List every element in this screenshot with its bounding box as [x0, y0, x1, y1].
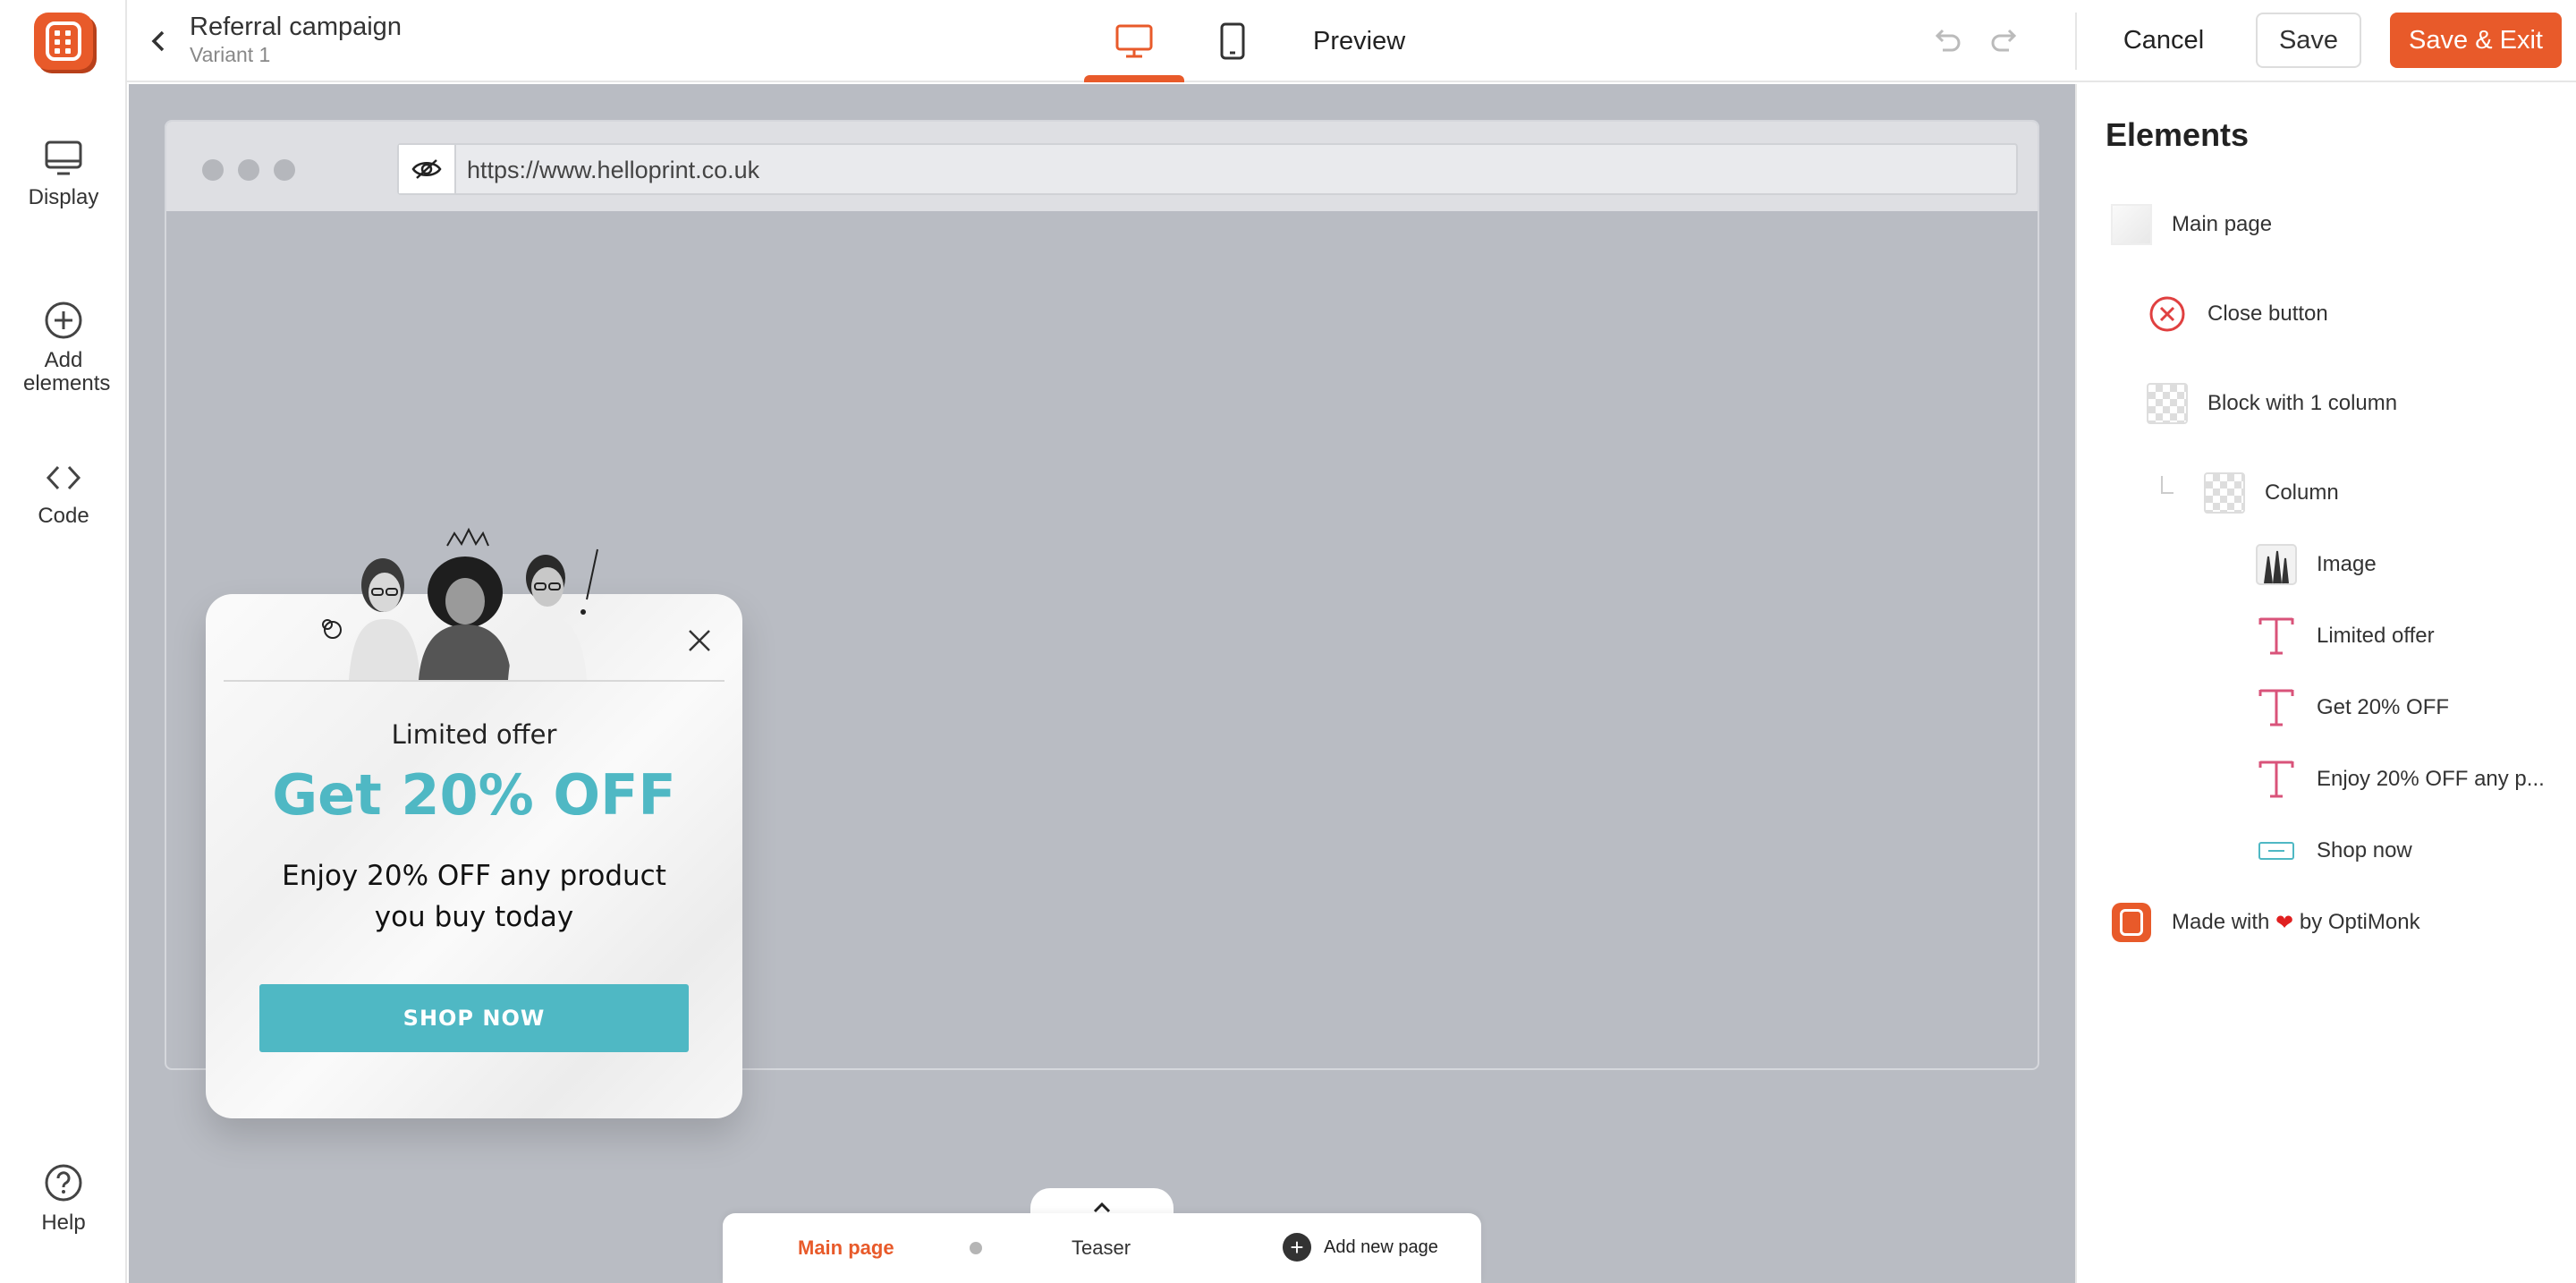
sidebar-item-label: Add elements	[23, 348, 111, 395]
element-label: Limited offer	[2317, 624, 2435, 648]
element-label: Close button	[2207, 302, 2328, 326]
optimonk-badge-icon	[2111, 902, 2152, 943]
heart-icon: ❤	[2269, 910, 2300, 935]
block-icon	[2147, 383, 2188, 424]
optimonk-logo[interactable]	[34, 13, 93, 70]
preview-button[interactable]: Preview	[1313, 27, 1405, 56]
redo-icon[interactable]	[1987, 23, 2023, 59]
element-get-20-off[interactable]: Get 20% OFF	[2256, 687, 2449, 728]
top-bar: Referral campaign Variant 1 Preview Canc…	[127, 0, 2576, 82]
undo-icon[interactable]	[1928, 23, 1964, 59]
made-with-suffix: by OptiMonk	[2299, 910, 2420, 934]
eye-slash-icon	[411, 159, 442, 179]
url-bar[interactable]: https://www.helloprint.co.uk	[397, 143, 2018, 195]
plus-circle-icon	[45, 302, 82, 339]
window-dot	[202, 159, 224, 181]
body-text[interactable]: Enjoy 20% OFF any product you buy today	[259, 855, 689, 938]
element-label: Enjoy 20% OFF any p...	[2317, 767, 2545, 791]
browser-bar: https://www.helloprint.co.uk	[166, 122, 2038, 211]
desktop-icon	[1115, 24, 1153, 58]
sidebar-item-code[interactable]: Code	[0, 460, 127, 528]
element-block[interactable]: Block with 1 column	[2147, 383, 2397, 424]
tab-teaser[interactable]: Teaser	[1072, 1236, 1131, 1260]
mobile-icon	[1220, 22, 1245, 60]
variant-name: Variant 1	[190, 43, 271, 66]
element-label: Column	[2265, 480, 2339, 505]
text-icon	[2256, 687, 2297, 728]
cancel-button[interactable]: Cancel	[2114, 13, 2213, 68]
plus-icon: +	[1283, 1233, 1311, 1262]
element-label: Shop now	[2317, 838, 2412, 862]
element-main-page[interactable]: Main page	[2111, 204, 2272, 245]
element-shop-now[interactable]: Shop now	[2256, 830, 2412, 871]
column-icon	[2204, 472, 2245, 514]
chevron-left-icon[interactable]	[143, 25, 175, 57]
add-new-page-label: Add new page	[1324, 1236, 1438, 1257]
add-new-page-button[interactable]: + Add new page	[1283, 1233, 1438, 1262]
popup-divider	[224, 680, 724, 682]
visibility-toggle[interactable]	[399, 145, 456, 193]
people-image[interactable]	[313, 523, 617, 680]
help-circle-icon	[45, 1164, 82, 1202]
element-made-with[interactable]: Made with ❤ by OptiMonk	[2111, 902, 2420, 943]
element-label: Block with 1 column	[2207, 391, 2398, 415]
desktop-view-button[interactable]	[1084, 0, 1184, 82]
sidebar-item-help[interactable]: Help	[0, 1163, 127, 1235]
sidebar-item-label: Help	[41, 1211, 86, 1235]
element-close-button[interactable]: Close button	[2147, 293, 2328, 335]
close-circle-icon	[2147, 293, 2188, 335]
save-button[interactable]: Save	[2256, 13, 2361, 68]
url-text: https://www.helloprint.co.uk	[467, 157, 760, 183]
shop-now-button[interactable]: SHOP NOW	[259, 984, 689, 1052]
element-enjoy-text[interactable]: Enjoy 20% OFF any p...	[2256, 759, 2545, 800]
page-tabs: Main page Teaser + Add new page	[723, 1213, 1481, 1283]
close-icon[interactable]	[685, 626, 714, 655]
element-image[interactable]: Image	[2256, 544, 2377, 585]
headline-text[interactable]: Get 20% OFF	[206, 762, 742, 828]
text-icon	[2256, 759, 2297, 800]
save-and-exit-button[interactable]: Save & Exit	[2390, 13, 2562, 68]
text-icon	[2256, 616, 2297, 657]
monitor-icon	[45, 140, 82, 175]
image-icon	[2256, 544, 2297, 585]
tab-main-page[interactable]: Main page	[798, 1236, 894, 1260]
tree-connector	[2161, 476, 2174, 494]
sidebar-item-add-elements[interactable]: Add elements	[0, 301, 127, 395]
editor-canvas: https://www.helloprint.co.uk Limited off…	[129, 84, 2075, 1283]
left-sidebar: Display Add elements Code Help	[0, 0, 127, 1283]
page-separator-dot	[970, 1242, 982, 1254]
sidebar-item-label: Code	[38, 504, 89, 528]
popup[interactable]: Limited offer Get 20% OFF Enjoy 20% OFF …	[206, 527, 742, 1118]
sidebar-item-label: Display	[28, 185, 99, 209]
sidebar-item-display[interactable]: Display	[0, 140, 127, 209]
made-with-prefix: Made with	[2172, 910, 2270, 934]
toolbar-divider	[2075, 13, 2077, 70]
element-limited-offer[interactable]: Limited offer	[2256, 616, 2435, 657]
mobile-view-button[interactable]	[1182, 0, 1283, 82]
element-label: Get 20% OFF	[2317, 695, 2450, 719]
element-column[interactable]: Column	[2204, 472, 2339, 514]
window-dot	[274, 159, 295, 181]
elements-panel: Elements	[2075, 84, 2576, 1283]
button-icon	[2256, 830, 2297, 871]
page-thumbnail-icon	[2111, 204, 2152, 245]
code-icon	[46, 465, 81, 490]
panel-title: Elements	[2106, 116, 2250, 153]
element-label: Image	[2317, 552, 2377, 576]
limited-offer-text[interactable]: Limited offer	[206, 719, 742, 750]
element-label: Main page	[2172, 212, 2273, 236]
window-dot	[238, 159, 259, 181]
campaign-title: Referral campaign	[190, 13, 402, 41]
